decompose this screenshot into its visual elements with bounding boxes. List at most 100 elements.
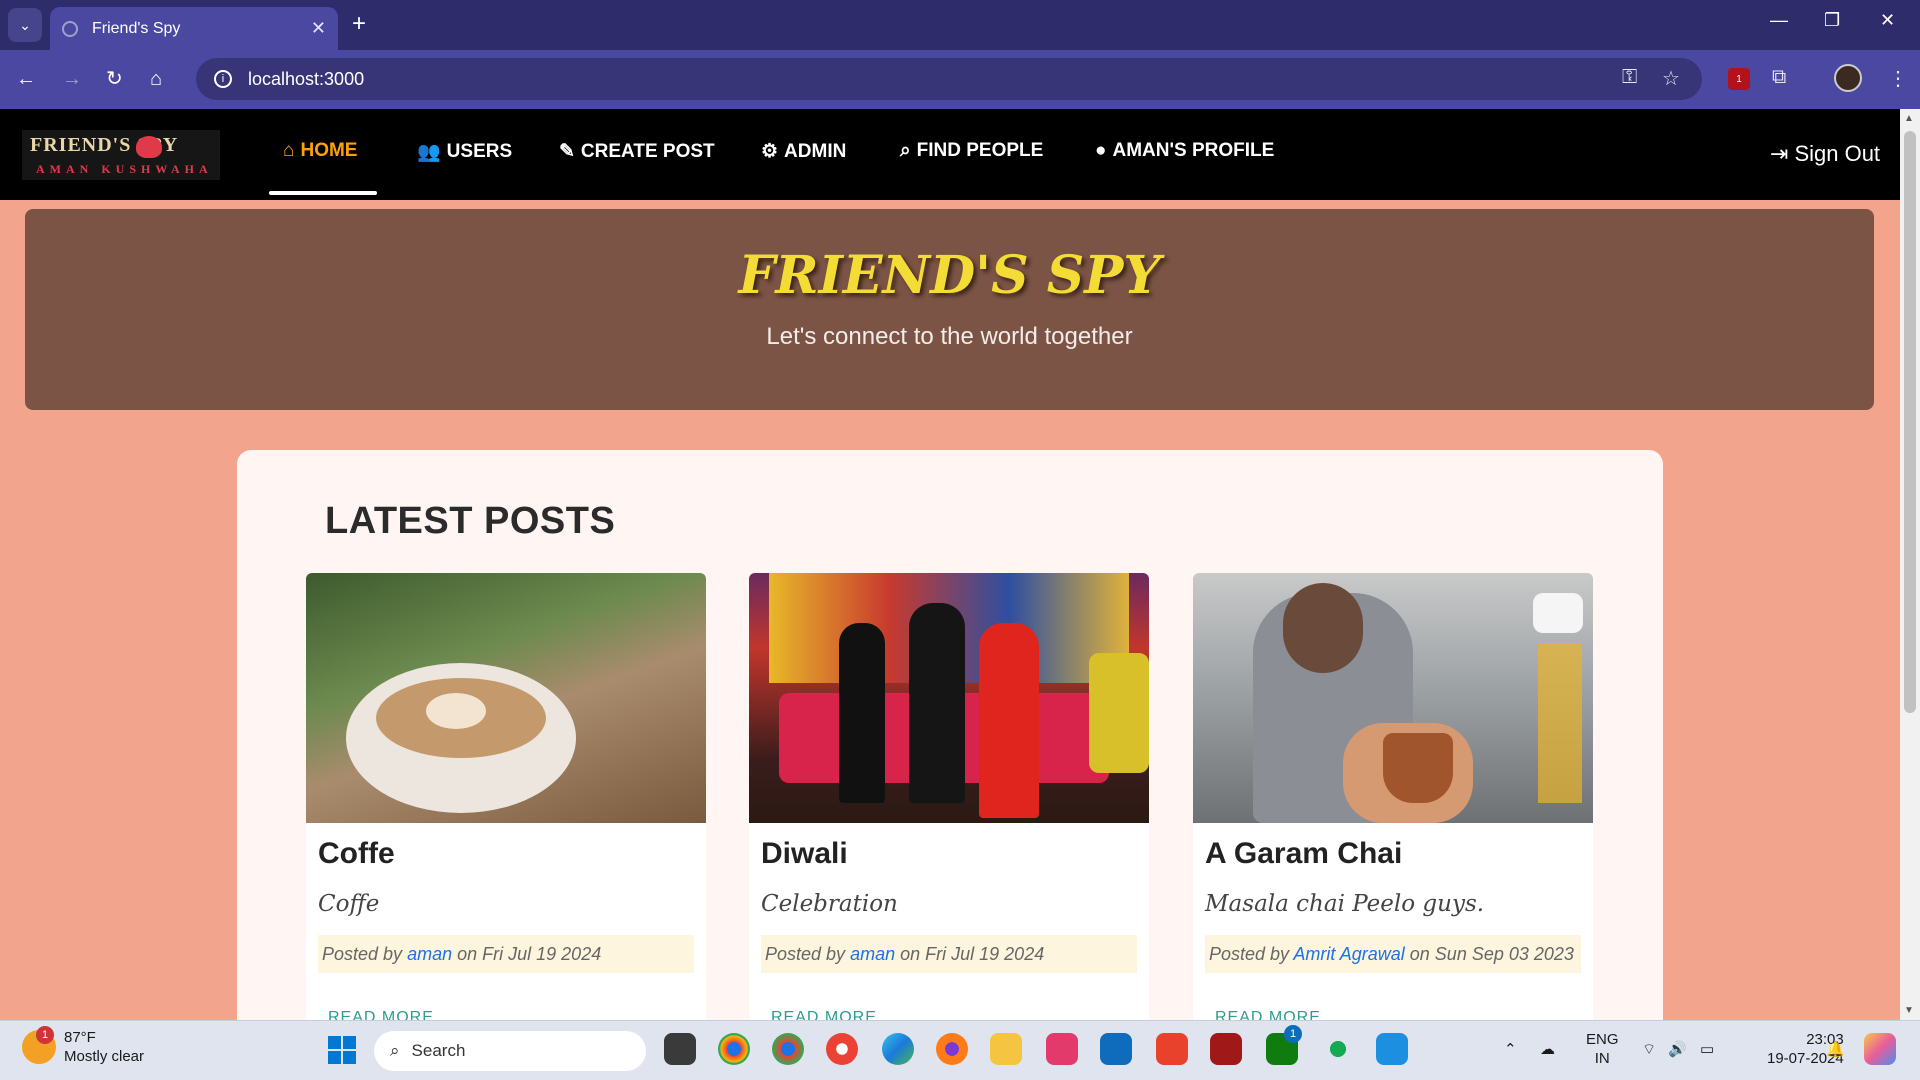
browser-tab[interactable]: Friend's Spy ✕ bbox=[50, 7, 338, 50]
scrollbar-thumb[interactable] bbox=[1904, 131, 1916, 713]
nav-create-post-label: CREATE POST bbox=[580, 140, 715, 162]
scroll-down-icon[interactable]: ▼ bbox=[1904, 1005, 1914, 1016]
battery-icon[interactable]: ▭ bbox=[1700, 1040, 1714, 1059]
url-text: localhost:3000 bbox=[248, 68, 365, 89]
nav-home[interactable]: ⌂ HOME bbox=[283, 140, 357, 162]
globe-icon bbox=[62, 20, 78, 37]
new-tab-button[interactable]: + bbox=[352, 10, 366, 38]
nav-find-people-label: FIND PEOPLE bbox=[916, 140, 1044, 161]
post-title[interactable]: Diwali bbox=[761, 837, 848, 871]
post-meta: Posted by aman on Fri Jul 19 2024 bbox=[318, 935, 694, 973]
close-window-button[interactable]: ✕ bbox=[1880, 10, 1895, 31]
nav-admin[interactable]: ⚙ ADMIN bbox=[761, 140, 846, 163]
onedrive-icon[interactable]: ☁ bbox=[1540, 1040, 1555, 1059]
nav-admin-label: ADMIN bbox=[784, 140, 847, 162]
nav-find-people[interactable]: ⌕ FIND PEOPLE bbox=[900, 140, 1043, 162]
task-view-icon[interactable] bbox=[664, 1033, 696, 1065]
site-info-icon[interactable]: i bbox=[214, 70, 232, 88]
file-explorer-icon[interactable] bbox=[990, 1033, 1022, 1065]
post-author-link[interactable]: Amrit Agrawal bbox=[1293, 944, 1404, 964]
rog-app-icon[interactable] bbox=[1210, 1033, 1242, 1065]
address-bar[interactable]: i localhost:3000 bbox=[196, 58, 1702, 100]
tab-search-button[interactable]: ⌄ bbox=[8, 8, 42, 42]
post-meta: Posted by Amrit Agrawal on Sun Sep 03 20… bbox=[1205, 935, 1581, 973]
mongodb-icon[interactable] bbox=[1322, 1033, 1354, 1065]
weather-sun-icon: 1 bbox=[22, 1026, 56, 1064]
hero-subtitle: Let's connect to the world together bbox=[766, 323, 1133, 350]
posted-by-label: Posted by bbox=[322, 944, 403, 964]
weather-badge: 1 bbox=[36, 1026, 54, 1044]
mask-icon bbox=[136, 136, 162, 158]
post-card[interactable]: Diwali Celebration Posted by aman on Fri… bbox=[749, 573, 1149, 1033]
edit-icon: ✎ bbox=[559, 141, 575, 162]
weather-temp: 87°F bbox=[64, 1029, 96, 1046]
extensions-puzzle-icon[interactable]: ⧉ bbox=[1772, 66, 1786, 89]
hero-banner: FRIEND'S SPY Let's connect to the world … bbox=[25, 209, 1874, 410]
profile-avatar[interactable] bbox=[1834, 64, 1862, 92]
scroll-up-icon[interactable]: ▲ bbox=[1904, 113, 1914, 124]
post-image[interactable] bbox=[1193, 573, 1593, 823]
wifi-icon[interactable]: ⌔ bbox=[1642, 1040, 1656, 1059]
nav-profile-label: AMAN'S PROFILE bbox=[1112, 140, 1275, 161]
vscode-icon[interactable] bbox=[1376, 1033, 1408, 1065]
start-button[interactable] bbox=[328, 1036, 356, 1064]
post-date: on Fri Jul 19 2024 bbox=[900, 944, 1045, 964]
post-card[interactable]: Coffe Coffe Posted by aman on Fri Jul 19… bbox=[306, 573, 706, 1033]
post-date: on Fri Jul 19 2024 bbox=[457, 944, 602, 964]
copilot-icon[interactable] bbox=[1864, 1033, 1896, 1065]
minimize-button[interactable]: — bbox=[1770, 10, 1788, 31]
active-nav-indicator bbox=[269, 191, 377, 195]
post-author-link[interactable]: aman bbox=[407, 944, 452, 964]
chrome-icon[interactable] bbox=[718, 1033, 750, 1065]
chrome-alt-icon[interactable] bbox=[826, 1033, 858, 1065]
nav-create-post[interactable]: ✎ CREATE POST bbox=[559, 140, 715, 163]
password-key-icon[interactable]: ⚿ bbox=[1622, 66, 1637, 89]
extension-badge[interactable]: 1 bbox=[1728, 68, 1750, 90]
home-page-icon[interactable]: ⌂ bbox=[150, 64, 162, 94]
nav-home-label: HOME bbox=[300, 140, 358, 161]
taskbar-search-label: Search bbox=[411, 1041, 466, 1060]
menu-kebab-icon[interactable]: ⋮ bbox=[1888, 66, 1908, 91]
taskbar-search[interactable]: ⌕ Search bbox=[374, 1031, 646, 1071]
outlook-icon[interactable] bbox=[1100, 1033, 1132, 1065]
home-icon: ⌂ bbox=[283, 140, 295, 161]
site-logo[interactable]: FRIEND'S SPY AMAN KUSHWAHA bbox=[22, 130, 220, 180]
post-card[interactable]: A Garam Chai Masala chai Peelo guys. Pos… bbox=[1193, 573, 1593, 1033]
post-author-link[interactable]: aman bbox=[850, 944, 895, 964]
tab-title: Friend's Spy bbox=[92, 19, 181, 37]
volume-icon[interactable]: 🔊 bbox=[1668, 1040, 1687, 1059]
tray-overflow-icon[interactable]: ⌃ bbox=[1504, 1040, 1517, 1059]
sign-out-button[interactable]: ⇥ Sign Out bbox=[1770, 141, 1880, 167]
bookmark-star-icon[interactable]: ☆ bbox=[1662, 66, 1680, 91]
hero-title: FRIEND'S SPY bbox=[738, 245, 1161, 306]
reload-icon[interactable]: ↻ bbox=[106, 64, 123, 94]
xbox-icon[interactable]: 1 bbox=[1266, 1025, 1302, 1065]
nav-profile[interactable]: ● AMAN'S PROFILE bbox=[1095, 140, 1274, 162]
notification-bell-icon[interactable]: 🔔 bbox=[1826, 1040, 1845, 1059]
wps-office-icon[interactable] bbox=[1156, 1033, 1188, 1065]
post-meta: Posted by aman on Fri Jul 19 2024 bbox=[761, 935, 1137, 973]
post-image[interactable] bbox=[306, 573, 706, 823]
posted-by-label: Posted by bbox=[1209, 944, 1290, 964]
sign-out-icon: ⇥ bbox=[1770, 141, 1789, 166]
close-tab-icon[interactable]: ✕ bbox=[311, 18, 326, 39]
post-title[interactable]: A Garam Chai bbox=[1205, 837, 1402, 871]
forward-icon[interactable]: → bbox=[62, 64, 82, 94]
post-title[interactable]: Coffe bbox=[318, 837, 395, 871]
chrome-profile-icon[interactable] bbox=[772, 1033, 804, 1065]
taskbar-search-icon: ⌕ bbox=[390, 1041, 400, 1060]
nav-users[interactable]: 👥 USERS bbox=[417, 140, 512, 164]
post-image[interactable] bbox=[749, 573, 1149, 823]
restore-button[interactable]: ❐ bbox=[1824, 10, 1840, 31]
weather-widget[interactable]: 1 87°F Mostly clear bbox=[22, 1026, 144, 1066]
latest-posts-heading: LATEST POSTS bbox=[325, 500, 616, 542]
firefox-icon[interactable] bbox=[936, 1033, 968, 1065]
page-scrollbar[interactable]: ▲ ▼ bbox=[1900, 109, 1920, 1020]
edge-icon[interactable] bbox=[882, 1033, 914, 1065]
lang-line2: IN bbox=[1594, 1050, 1610, 1067]
gears-icon: ⚙ bbox=[761, 141, 779, 162]
language-indicator[interactable]: ENG IN bbox=[1586, 1030, 1619, 1068]
post-date: on Sun Sep 03 2023 bbox=[1409, 944, 1574, 964]
back-icon[interactable]: ← bbox=[16, 64, 36, 94]
snipping-icon[interactable] bbox=[1046, 1033, 1078, 1065]
